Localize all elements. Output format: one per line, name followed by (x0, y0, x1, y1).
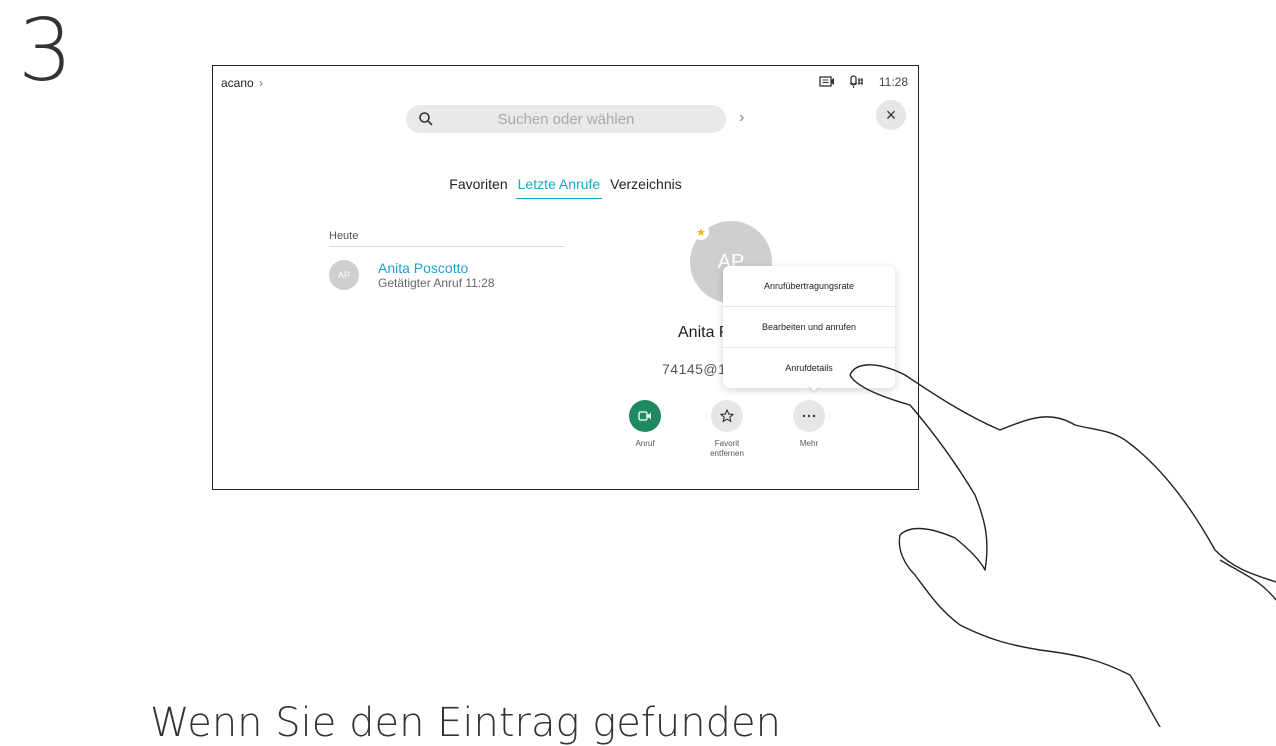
menu-item-call-details[interactable]: Anrufdetails (723, 348, 895, 388)
search-input[interactable] (406, 110, 726, 128)
recent-calls-list: Heute AP Anita Poscotto Getätigter Anruf… (329, 230, 565, 290)
step-number: 3 (18, 1, 73, 101)
list-item-text: Anita Poscotto Getätigter Anruf 11:28 (378, 259, 495, 290)
star-icon: ★ (693, 224, 709, 240)
contact-name: Anita Poscotto (378, 259, 469, 276)
more-action[interactable]: Mehr (779, 400, 839, 449)
menu-item-edit-and-call[interactable]: Bearbeiten und anrufen (723, 307, 895, 348)
search-bar[interactable] (406, 105, 726, 133)
video-call-icon (638, 411, 651, 421)
screen-share-icon[interactable] (819, 75, 835, 89)
unfavorite-label: Favorit entfernen (710, 439, 744, 458)
call-action[interactable]: Anruf (615, 400, 675, 449)
tab-bar: Favoriten Letzte Anrufe Verzeichnis (213, 176, 918, 199)
chevron-right-icon: › (259, 76, 264, 90)
tab-directory[interactable]: Verzeichnis (608, 176, 684, 199)
star-outline-icon (720, 409, 734, 423)
call-button[interactable] (629, 400, 661, 432)
unfavorite-button[interactable] (711, 400, 743, 432)
clock: 11:28 (878, 75, 908, 89)
avatar: AP (329, 260, 359, 290)
contact-detail: Getätigter Anruf 11:28 (378, 275, 495, 290)
instruction-text: Wenn Sie den Eintrag gefunden (150, 700, 781, 746)
list-item[interactable]: AP Anita Poscotto Getätigter Anruf 11:28 (329, 260, 565, 290)
search-chevron-icon[interactable]: › (739, 109, 744, 127)
more-button[interactable] (793, 400, 825, 432)
more-menu: Anrufübertragungsrate Bearbeiten und anr… (723, 266, 895, 388)
more-icon (802, 414, 816, 418)
more-label: Mehr (799, 439, 819, 448)
menu-pointer (807, 384, 821, 391)
device-screen: acano › 11:28 × › Favoriten Letz (212, 65, 919, 490)
tab-recent-calls[interactable]: Letzte Anrufe (515, 176, 603, 199)
unfavorite-action[interactable]: Favorit entfernen (697, 400, 757, 459)
detail-uri: 74145@1 (662, 361, 727, 377)
status-bar: 11:28 (819, 75, 908, 89)
call-label: Anruf (635, 439, 655, 448)
breadcrumb-label: acano (221, 76, 254, 90)
search-icon (419, 112, 433, 126)
section-header: Heute (329, 230, 565, 247)
close-button[interactable]: × (876, 100, 906, 130)
breadcrumb[interactable]: acano › (221, 76, 263, 90)
microphone-icon[interactable] (849, 75, 865, 89)
detail-name: Anita P (678, 324, 730, 341)
tab-favorites[interactable]: Favoriten (447, 176, 509, 199)
menu-item-call-rate[interactable]: Anrufübertragungsrate (723, 266, 895, 307)
